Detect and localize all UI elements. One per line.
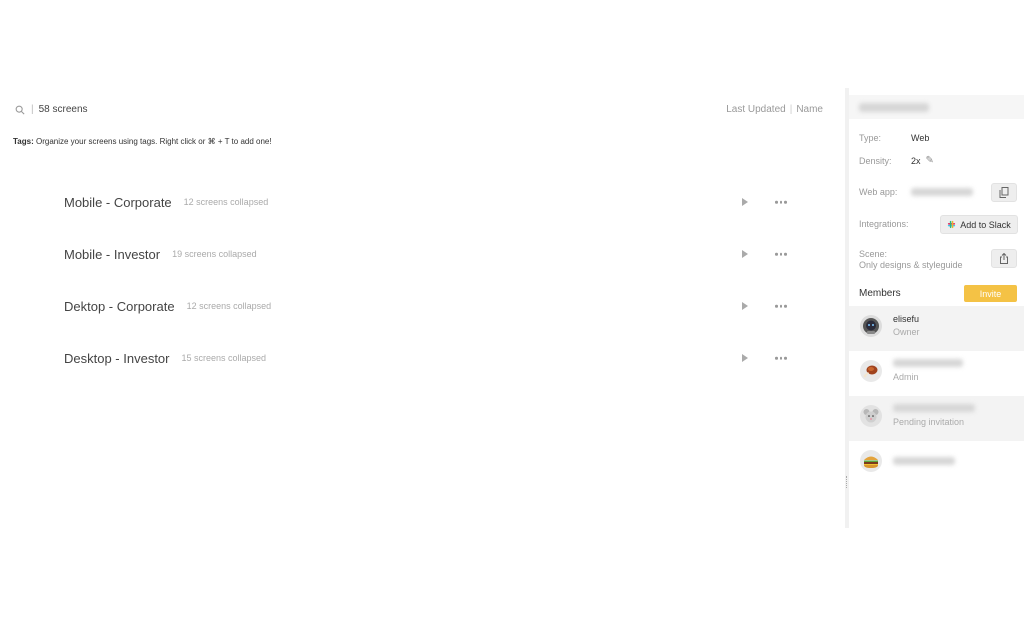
type-label: Type: <box>859 133 882 143</box>
member-role: Admin <box>893 372 919 382</box>
webapp-value <box>911 188 973 196</box>
pencil-icon[interactable]: ✎ <box>926 155 934 166</box>
type-row: Type: Web <box>859 133 929 143</box>
share-icon <box>1000 253 1008 264</box>
section-name: Mobile - Corporate <box>64 194 172 210</box>
section-row[interactable]: Desktop - Investor 15 screens collapsed <box>64 332 804 384</box>
members-heading: Members <box>859 288 901 299</box>
invite-button[interactable]: Invite <box>964 285 1017 302</box>
section-count: 15 screens collapsed <box>181 353 267 363</box>
scene-info: Scene: Only designs & styleguide <box>859 249 963 271</box>
member-row[interactable]: elisefu Owner <box>849 306 1024 351</box>
webapp-label: Web app: <box>859 187 898 197</box>
sort-separator: | <box>789 104 793 115</box>
section-count: 12 screens collapsed <box>186 301 272 311</box>
section-name: Dektop - Corporate <box>64 298 175 314</box>
search-separator: | <box>31 104 34 115</box>
sort-options: Last Updated | Name <box>726 104 823 115</box>
member-row[interactable] <box>849 441 1024 486</box>
scene-value: Only designs & styleguide <box>859 260 963 270</box>
play-icon[interactable] <box>742 198 748 206</box>
integrations-row: Integrations: <box>859 219 939 229</box>
more-options-icon[interactable] <box>775 252 787 256</box>
section-count: 19 screens collapsed <box>172 249 257 259</box>
screens-area: | 58 screens Last Updated | Name Tags: Org… <box>0 88 845 528</box>
tags-hint-text: Organize your screens using tags. Right … <box>35 137 272 146</box>
sort-name[interactable]: Name <box>796 104 823 115</box>
section-row[interactable]: Mobile - Corporate 12 screens collapsed <box>64 176 804 228</box>
section-list: Mobile - Corporate 12 screens collapsed … <box>64 176 804 384</box>
share-button[interactable] <box>991 249 1017 268</box>
member-name-text <box>893 457 955 465</box>
add-to-slack-button[interactable]: Add to Slack <box>940 215 1018 234</box>
sort-last-updated[interactable]: Last Updated <box>726 104 786 115</box>
tags-hint: Tags: Organize your screens using tags. … <box>13 137 272 146</box>
app-window: | 58 screens Last Updated | Name Tags: Org… <box>0 0 1024 618</box>
scene-label: Scene: <box>859 249 888 259</box>
member-name: elisefu <box>893 314 920 324</box>
section-name: Mobile - Investor <box>64 246 161 262</box>
member-row[interactable]: Pending invitation <box>849 396 1024 441</box>
section-name: Desktop - Investor <box>64 350 170 366</box>
chicken-leg-icon <box>860 360 882 382</box>
member-role: Owner <box>893 327 920 337</box>
burger-icon <box>860 450 882 472</box>
member-name <box>893 404 975 414</box>
astronaut-icon <box>860 315 882 337</box>
project-name-field[interactable] <box>849 95 1024 119</box>
play-icon[interactable] <box>742 354 748 362</box>
type-value: Web <box>911 133 930 143</box>
project-info-panel: Type: Web Density: 2x ✎ Web app: Integra… <box>849 88 1024 528</box>
density-row: Density: 2x ✎ <box>859 155 934 166</box>
member-name-text <box>893 404 975 412</box>
play-icon[interactable] <box>742 302 748 310</box>
member-name-text <box>893 359 963 367</box>
add-to-slack-label: Add to Slack <box>960 219 1011 230</box>
more-options-icon[interactable] <box>775 200 787 204</box>
mouse-icon <box>860 405 882 427</box>
search-bar[interactable]: | 58 screens <box>15 104 88 115</box>
webapp-row: Web app: <box>859 187 973 197</box>
copy-button[interactable] <box>991 183 1017 202</box>
more-options-icon[interactable] <box>775 356 787 360</box>
member-row[interactable]: Admin <box>849 351 1024 396</box>
screen-count: 58 screens <box>38 104 88 115</box>
section-row[interactable]: Dektop - Corporate 12 screens collapsed <box>64 280 804 332</box>
section-count: 12 screens collapsed <box>183 197 269 207</box>
density-value: 2x <box>911 155 921 166</box>
play-icon[interactable] <box>742 250 748 258</box>
density-label: Density: <box>859 155 892 166</box>
integrations-label: Integrations: <box>859 219 909 229</box>
more-options-icon[interactable] <box>775 304 787 308</box>
project-name <box>859 102 929 112</box>
slack-icon <box>948 220 956 229</box>
search-icon[interactable] <box>15 105 25 115</box>
member-name <box>893 457 955 467</box>
member-role: Pending invitation <box>893 417 965 427</box>
tags-label: Tags: <box>13 137 34 146</box>
copy-icon <box>999 187 1009 198</box>
section-row[interactable]: Mobile - Investor 19 screens collapsed <box>64 228 804 280</box>
member-name <box>893 359 963 369</box>
